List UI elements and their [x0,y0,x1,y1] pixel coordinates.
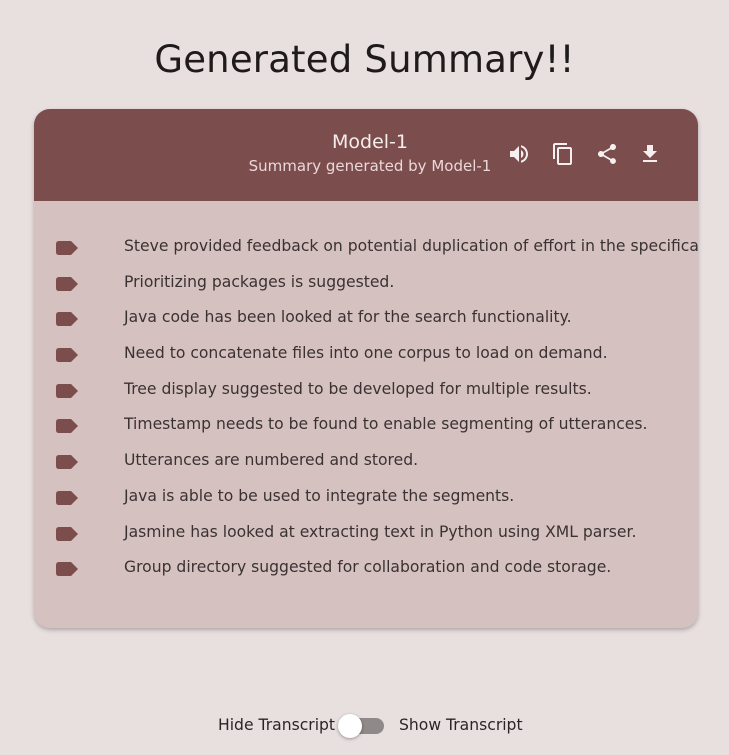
label-tag-icon [56,455,78,470]
summary-list: Steve provided feedback on potential dup… [34,233,698,590]
list-item-text: Need to concatenate files into one corpu… [124,344,608,363]
copy-button[interactable] [548,139,578,169]
list-item-text: Prioritizing packages is suggested. [124,272,395,291]
show-transcript-label: Show Transcript [399,716,523,734]
list-item: Java code has been looked at for the sea… [34,304,698,340]
volume-up-icon [510,145,528,163]
list-item-text: Java is able to be used to integrate the… [124,486,515,505]
list-item-text: Steve provided feedback on potential dup… [124,237,698,255]
label-tag-icon [56,562,78,577]
list-item-text: Java code has been looked at for the sea… [124,308,572,327]
list-item: Need to concatenate files into one corpu… [34,340,698,376]
download-icon [643,145,657,162]
list-item-text: Jasmine has looked at extracting text in… [124,522,637,541]
read-aloud-button[interactable] [504,139,534,169]
hide-transcript-label: Hide Transcript [218,716,336,734]
summary-card: Model-1 Summary generated by Model-1 Ste… [34,109,698,628]
label-tag-icon [56,383,78,398]
share-icon [598,144,616,164]
label-tag-icon [56,312,78,327]
label-tag-icon [56,276,78,291]
page-title: Generated Summary!! [154,38,575,81]
label-tag-icon [56,241,78,255]
card-header: Model-1 Summary generated by Model-1 [34,109,698,201]
list-item-text: Utterances are numbered and stored. [124,451,419,470]
model-subtitle: Summary generated by Model-1 [248,157,492,175]
model-name: Model-1 [332,131,408,153]
list-item: Jasmine has looked at extracting text in… [34,519,698,555]
switch-thumb[interactable] [338,714,362,738]
list-item: Utterances are numbered and stored. [34,447,698,483]
label-tag-icon [56,419,78,434]
list-item: Prioritizing packages is suggested. [34,269,698,305]
list-item: Timestamp needs to be found to enable se… [34,411,698,447]
list-item-text: Tree display suggested to be developed f… [124,379,592,398]
label-tag-icon [56,348,78,363]
copy-icon [553,143,572,165]
label-tag-icon [56,526,78,541]
list-item-text: Group directory suggested for collaborat… [124,558,612,577]
label-tag-icon [56,490,78,505]
list-item-text: Timestamp needs to be found to enable se… [124,415,648,434]
list-item: Steve provided feedback on potential dup… [34,233,698,269]
list-item: Group directory suggested for collaborat… [34,554,698,590]
transcript-toggle-switch[interactable] [338,714,386,738]
list-item: Tree display suggested to be developed f… [34,376,698,412]
list-item: Java is able to be used to integrate the… [34,483,698,519]
download-button[interactable] [635,139,665,169]
share-button[interactable] [592,139,622,169]
transcript-toggle-row: Hide Transcript Show Transcript [0,714,729,738]
